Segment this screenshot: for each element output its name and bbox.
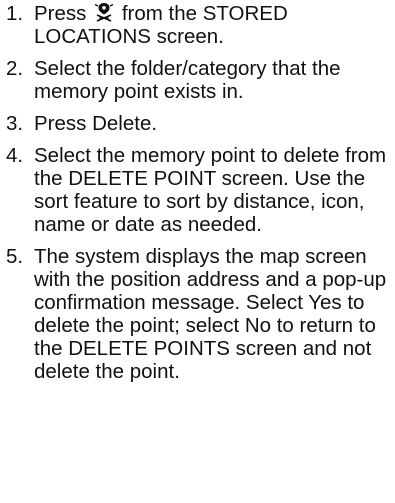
step-text: Press Delete. xyxy=(34,112,158,135)
step-text: Select the folder/category that the memo… xyxy=(34,57,341,103)
instruction-steps: 1. Press from the STORED LOCATIONS scree… xyxy=(6,2,391,383)
step-1: 1. Press from the STORED LOCATIONS scree… xyxy=(6,2,391,48)
step-number: 5. xyxy=(6,245,24,268)
map-pin-icon xyxy=(94,3,114,22)
step-number: 2. xyxy=(6,57,24,80)
step-5: 5. The system displays the map screen wi… xyxy=(6,245,391,383)
step-2: 2. Select the folder/category that the m… xyxy=(6,57,391,103)
step-number: 1. xyxy=(6,2,24,25)
step-number: 4. xyxy=(6,144,24,167)
step-text: The system displays the map screen with … xyxy=(34,245,387,383)
step-text-before-icon: Press xyxy=(34,2,87,25)
step-4: 4. Select the memory point to delete fro… xyxy=(6,144,391,236)
step-text: Select the memory point to delete from t… xyxy=(34,144,387,236)
step-3: 3. Press Delete. xyxy=(6,112,391,135)
step-number: 3. xyxy=(6,112,24,135)
